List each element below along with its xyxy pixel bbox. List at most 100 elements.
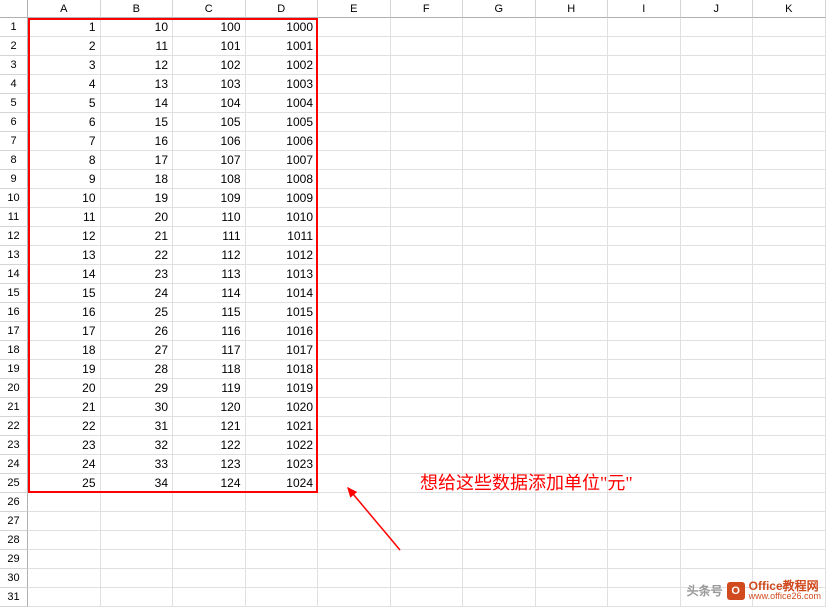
cell[interactable] [536, 398, 609, 417]
cell[interactable] [246, 512, 319, 531]
cell[interactable]: 25 [101, 303, 174, 322]
row-header[interactable]: 27 [0, 512, 28, 531]
cell[interactable] [608, 189, 681, 208]
row-header[interactable]: 20 [0, 379, 28, 398]
cell[interactable] [391, 322, 464, 341]
cell[interactable]: 105 [173, 113, 246, 132]
cell[interactable] [681, 113, 754, 132]
cell[interactable] [753, 474, 826, 493]
cell[interactable] [608, 265, 681, 284]
cell[interactable] [463, 417, 536, 436]
cell[interactable] [681, 265, 754, 284]
cell[interactable] [753, 512, 826, 531]
cell[interactable] [753, 246, 826, 265]
cell[interactable] [536, 189, 609, 208]
cell[interactable] [463, 398, 536, 417]
cell[interactable]: 1002 [246, 56, 319, 75]
cell[interactable]: 24 [28, 455, 101, 474]
cell[interactable] [391, 569, 464, 588]
row-header[interactable]: 6 [0, 113, 28, 132]
cell[interactable]: 120 [173, 398, 246, 417]
cell[interactable] [318, 170, 391, 189]
row-header[interactable]: 4 [0, 75, 28, 94]
cell[interactable] [391, 588, 464, 607]
cell[interactable] [536, 512, 609, 531]
row-header[interactable]: 3 [0, 56, 28, 75]
cell[interactable] [318, 18, 391, 37]
row-header[interactable]: 16 [0, 303, 28, 322]
cell[interactable] [391, 436, 464, 455]
cell[interactable] [318, 265, 391, 284]
cell[interactable]: 21 [101, 227, 174, 246]
cell[interactable] [173, 531, 246, 550]
cell[interactable] [391, 512, 464, 531]
cell[interactable]: 1007 [246, 151, 319, 170]
cell[interactable] [463, 265, 536, 284]
cell[interactable] [536, 37, 609, 56]
cell[interactable] [463, 113, 536, 132]
row-header[interactable]: 22 [0, 417, 28, 436]
cell[interactable]: 27 [101, 341, 174, 360]
cell[interactable] [318, 227, 391, 246]
cell[interactable]: 18 [101, 170, 174, 189]
cell[interactable] [391, 379, 464, 398]
cell[interactable]: 6 [28, 113, 101, 132]
cell[interactable] [608, 303, 681, 322]
cell[interactable]: 101 [173, 37, 246, 56]
cell[interactable] [463, 569, 536, 588]
cell[interactable] [463, 588, 536, 607]
cell[interactable] [753, 398, 826, 417]
cell[interactable] [246, 531, 319, 550]
cell[interactable] [318, 398, 391, 417]
cell[interactable]: 1019 [246, 379, 319, 398]
row-header[interactable]: 9 [0, 170, 28, 189]
cell[interactable] [318, 75, 391, 94]
cell[interactable] [318, 284, 391, 303]
cell[interactable]: 1011 [246, 227, 319, 246]
cell[interactable] [681, 341, 754, 360]
cell[interactable] [318, 189, 391, 208]
cell[interactable]: 20 [28, 379, 101, 398]
cell[interactable]: 1016 [246, 322, 319, 341]
cell[interactable] [753, 132, 826, 151]
cell[interactable] [681, 170, 754, 189]
cell[interactable] [391, 284, 464, 303]
cell[interactable]: 121 [173, 417, 246, 436]
cell[interactable]: 29 [101, 379, 174, 398]
cell[interactable]: 104 [173, 94, 246, 113]
cell[interactable] [681, 284, 754, 303]
cell[interactable] [318, 360, 391, 379]
cell[interactable] [536, 246, 609, 265]
cell[interactable] [318, 322, 391, 341]
cell[interactable]: 1015 [246, 303, 319, 322]
cell[interactable]: 1021 [246, 417, 319, 436]
cell[interactable] [608, 94, 681, 113]
cell[interactable] [536, 588, 609, 607]
row-header[interactable]: 29 [0, 550, 28, 569]
cell[interactable] [173, 588, 246, 607]
cell[interactable]: 123 [173, 455, 246, 474]
cell[interactable] [608, 550, 681, 569]
cell[interactable] [536, 132, 609, 151]
cell[interactable] [753, 56, 826, 75]
cell[interactable] [608, 569, 681, 588]
cell[interactable]: 11 [101, 37, 174, 56]
cell[interactable] [28, 493, 101, 512]
column-header[interactable]: C [173, 0, 246, 18]
cell[interactable]: 34 [101, 474, 174, 493]
cell[interactable] [681, 417, 754, 436]
cell[interactable] [391, 493, 464, 512]
cell[interactable] [463, 189, 536, 208]
cell[interactable]: 13 [28, 246, 101, 265]
cell[interactable] [391, 227, 464, 246]
cell[interactable] [28, 512, 101, 531]
cell[interactable] [536, 322, 609, 341]
corner-cell[interactable] [0, 0, 28, 18]
cell[interactable]: 31 [101, 417, 174, 436]
cell[interactable] [681, 474, 754, 493]
cell[interactable] [753, 341, 826, 360]
cell[interactable] [391, 246, 464, 265]
cell[interactable] [608, 531, 681, 550]
cell[interactable] [536, 151, 609, 170]
cell[interactable]: 7 [28, 132, 101, 151]
